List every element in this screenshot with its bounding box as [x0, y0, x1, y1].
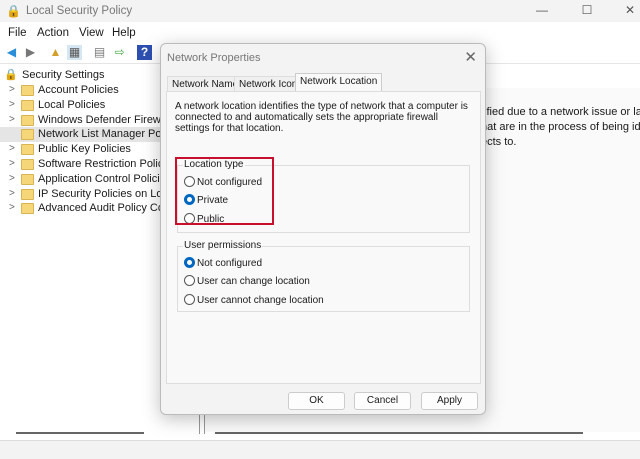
maximize-button[interactable]: ☐ [577, 3, 597, 19]
security-icon: 🔒 [4, 69, 18, 81]
tab-network-location[interactable]: Network Location [295, 73, 383, 92]
folder-icon [21, 173, 34, 185]
window-title: Local Security Policy [26, 5, 133, 17]
tab-network-icon[interactable]: Network Icon [234, 76, 303, 92]
up-folder-icon[interactable]: ▲ [48, 45, 63, 60]
chevron-right-icon[interactable]: > [9, 143, 15, 154]
folder-icon [21, 203, 34, 215]
back-icon[interactable]: ◀ [4, 45, 19, 60]
cancel-button[interactable]: Cancel [354, 392, 411, 410]
user-permissions-group: User permissions Not configured User can… [177, 240, 470, 312]
tree-item-label: Software Restriction Policies [38, 158, 178, 170]
forward-icon[interactable]: ▶ [23, 45, 38, 60]
help-icon[interactable]: ? [137, 45, 152, 60]
tree-item-label: Local Policies [38, 98, 106, 111]
tab-network-name[interactable]: Network Name [167, 76, 244, 92]
radio-perm-not-configured[interactable]: Not configured [184, 257, 262, 269]
dialog-close-button[interactable]: ✕ [464, 48, 477, 66]
group-label: User permissions [183, 240, 263, 251]
menu-action[interactable]: Action [37, 27, 69, 39]
app-icon: 🔒 [6, 4, 21, 18]
close-button[interactable]: ✕ [620, 3, 640, 19]
apply-button[interactable]: Apply [421, 392, 478, 410]
folder-icon [21, 114, 34, 126]
radio-user-can-change[interactable]: User can change location [184, 275, 310, 287]
tree-item-label: Public Key Policies [38, 143, 131, 156]
ok-button[interactable]: OK [288, 392, 345, 410]
tree-item-label: Application Control Policies [38, 172, 172, 185]
folder-icon [21, 144, 34, 156]
chevron-right-icon[interactable]: > [9, 188, 15, 199]
folder-icon [21, 129, 34, 141]
chevron-right-icon[interactable]: > [9, 202, 15, 213]
details-text: tified due to a network issue or lack [481, 106, 640, 118]
highlight-box [175, 157, 274, 225]
folder-icon [21, 188, 34, 200]
chevron-right-icon[interactable]: > [9, 99, 15, 110]
export-icon[interactable]: ⇨ [112, 45, 127, 60]
dialog-title: Network Properties [167, 52, 261, 64]
title-bar: 🔒 Local Security Policy — ☐ ✕ [0, 0, 640, 22]
details-scrollbar[interactable] [215, 432, 583, 434]
tree-root-label: Security Settings [22, 69, 105, 81]
details-text: ects to. [481, 136, 517, 148]
radio-user-cannot-change[interactable]: User cannot change location [184, 294, 324, 306]
tab-panel: A network location identifies the type o… [166, 91, 481, 384]
chevron-right-icon[interactable]: > [9, 114, 15, 125]
show-tree-icon[interactable]: ▦ [67, 45, 82, 60]
status-bar [0, 440, 640, 459]
folder-icon [21, 159, 34, 170]
folder-icon [21, 99, 34, 111]
folder-icon [21, 85, 34, 96]
chevron-right-icon[interactable]: > [9, 173, 15, 184]
menu-view[interactable]: View [79, 27, 104, 39]
tree-item-label: Account Policies [38, 84, 119, 96]
minimize-button[interactable]: — [532, 3, 552, 19]
properties-icon[interactable]: ▤ [92, 45, 107, 60]
description: A network location identifies the type o… [175, 101, 468, 134]
network-properties-dialog: Network Properties ✕ Network Name Networ… [160, 43, 486, 415]
menu-bar: File Action View Help [0, 22, 640, 42]
menu-help[interactable]: Help [112, 27, 136, 39]
chevron-right-icon[interactable]: > [9, 158, 15, 169]
details-text: hat are in the process of being ident [481, 121, 640, 133]
tree-scrollbar[interactable] [16, 432, 144, 434]
chevron-right-icon[interactable]: > [9, 84, 15, 95]
menu-file[interactable]: File [8, 27, 27, 39]
